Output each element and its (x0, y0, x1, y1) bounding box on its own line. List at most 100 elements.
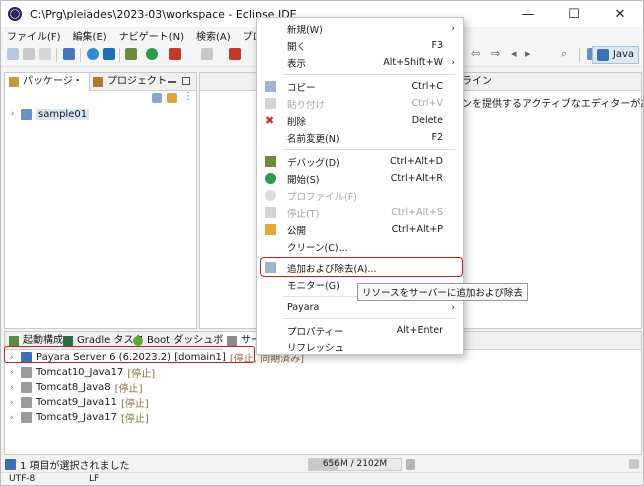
maximize-view-icon[interactable] (182, 77, 190, 85)
context-menu: 新規(W) › 開く F3 表示 Alt+Shift+W › コピー Ctrl+… (256, 17, 464, 355)
view-menu-icon[interactable]: ⋮ (183, 91, 193, 102)
menu-navigate[interactable]: ナビゲート(N) (119, 28, 184, 43)
debug-target-icon[interactable] (87, 48, 99, 60)
server-row[interactable]: › Tomcat10_Java17 [停止] (10, 365, 155, 380)
menu-item-start[interactable]: 開始(S) Ctrl+Alt+R (257, 170, 463, 187)
link-editor-icon[interactable] (167, 93, 177, 103)
next-edit-icon[interactable]: ▸ (525, 47, 531, 60)
menu-item-shortcut: Ctrl+Alt+D (389, 156, 443, 167)
menu-item-show[interactable]: 表示 Alt+Shift+W › (257, 54, 463, 71)
menu-item-publish[interactable]: 公開 Ctrl+Alt+P (257, 221, 463, 238)
menu-item-open[interactable]: 開く F3 (257, 37, 463, 54)
menu-item-label: 削除 (287, 116, 307, 128)
run-icon (265, 173, 276, 184)
tooltip: リソースをサーバーに追加および除去 (357, 283, 528, 301)
chevron-right-icon[interactable]: › (10, 398, 21, 408)
tree-item-project[interactable]: › sample01 (11, 107, 90, 121)
server-row[interactable]: › Tomcat8_Java8 [停止] (10, 380, 142, 395)
servers-icon (227, 336, 237, 346)
menu-item-shortcut: F3 (431, 40, 443, 51)
menu-item-rename[interactable]: 名前変更(N) F2 (257, 129, 463, 146)
menu-item-shortcut: Ctrl+Alt+R (390, 173, 443, 184)
menu-file[interactable]: ファイル(F) (7, 28, 61, 43)
save-all-icon[interactable] (39, 48, 51, 60)
package-explorer-icon (9, 77, 19, 87)
toolbar-separator (579, 48, 580, 62)
menu-item-clean[interactable]: クリーン(C)... (257, 238, 463, 255)
menu-item-shortcut: F2 (431, 132, 443, 143)
menu-item-shortcut: Alt+Enter (396, 325, 443, 336)
chevron-right-icon[interactable]: › (10, 368, 21, 378)
server-status: [停止] (121, 414, 149, 425)
profile-icon (265, 190, 276, 201)
publish-icon (265, 224, 276, 235)
server-row[interactable]: › Tomcat9_Java17 [停止] (10, 410, 149, 425)
run-icon[interactable] (146, 48, 158, 60)
menu-item-stop: 停止(T) Ctrl+Alt+S (257, 204, 463, 221)
new-icon[interactable] (7, 48, 19, 60)
package-explorer-pane: パッケージ・ プロジェクト ⋮ › sample01 (4, 72, 197, 329)
maximize-button[interactable]: ☐ (551, 1, 597, 27)
delete-icon: ✖ (265, 114, 275, 127)
java-perspective-icon (596, 49, 609, 61)
encoding-status[interactable]: UTF-8 (9, 474, 35, 484)
menu-search[interactable]: 検索(A) (196, 28, 231, 43)
menu-item-label: 停止(T) (287, 208, 320, 220)
server-row[interactable]: › Tomcat9_Java11 [停止] (10, 395, 149, 410)
menu-item-label: コピー (287, 82, 316, 94)
menu-item-shortcut: Ctrl+V (411, 98, 443, 109)
menu-item-delete[interactable]: ✖ 削除 Delete (257, 112, 463, 129)
chevron-right-icon[interactable]: › (10, 383, 21, 393)
menu-item-copy[interactable]: コピー Ctrl+C (257, 78, 463, 95)
forward-icon[interactable]: ⇨ (491, 47, 500, 60)
stop-icon[interactable] (201, 48, 213, 60)
project-name: sample01 (36, 108, 90, 120)
menu-item-label: プロパティー (287, 326, 344, 338)
build-icon[interactable] (103, 48, 115, 60)
menu-item-shortcut: Ctrl+Alt+S (391, 207, 443, 218)
server-icon[interactable] (229, 48, 241, 60)
menu-item-debug[interactable]: デバッグ(D) Ctrl+Alt+D (257, 153, 463, 170)
menu-item-refresh[interactable]: リフレッシュ (257, 338, 463, 355)
menu-separator (283, 149, 455, 150)
menu-item-label: 貼り付け (287, 99, 326, 111)
search-icon[interactable]: ⌕ (561, 47, 567, 61)
collapse-all-icon[interactable] (152, 93, 162, 103)
notification-icon[interactable] (629, 459, 639, 469)
save-icon[interactable] (23, 48, 35, 60)
menu-item-properties[interactable]: プロパティー Alt+Enter (257, 322, 463, 339)
menu-item-label: 開く (287, 41, 307, 53)
prev-edit-icon[interactable]: ◂ (511, 47, 517, 60)
debug-icon[interactable] (125, 48, 137, 60)
stop-icon (265, 207, 276, 218)
chevron-right-icon[interactable]: › (11, 109, 21, 119)
close-button[interactable]: ✕ (597, 1, 643, 27)
menu-item-label: 新規(W) (287, 24, 323, 36)
line-delimiter-status[interactable]: LF (89, 474, 99, 484)
selection-status: 1 項目が選択されました (20, 460, 130, 472)
outline-tab-label[interactable]: ライン (462, 73, 492, 91)
menu-item-profile: プロファイル(F) (257, 187, 463, 204)
minimize-view-icon[interactable] (168, 77, 176, 83)
tab-project-explorer[interactable]: プロジェクト (89, 73, 173, 91)
package-explorer-tabs: パッケージ・ プロジェクト (5, 73, 196, 91)
external-tools-icon[interactable] (169, 48, 181, 60)
menu-item-shortcut: Alt+Shift+W (383, 57, 443, 68)
minimize-button[interactable]: — (505, 1, 551, 27)
chevron-right-icon[interactable]: › (10, 413, 21, 423)
server-status: [停止] (114, 384, 143, 395)
menu-item-payara[interactable]: Payara › (257, 299, 463, 316)
menu-item-label: 開始(S) (287, 174, 320, 186)
menu-item-new[interactable]: 新規(W) › (257, 20, 463, 37)
tab-package-explorer[interactable]: パッケージ・ (5, 73, 90, 91)
menu-item-label: クリーン(C)... (287, 242, 348, 254)
garbage-collect-icon[interactable] (406, 459, 415, 470)
terminal-icon[interactable] (63, 48, 75, 60)
back-icon[interactable]: ⇦ (471, 47, 480, 60)
menu-item-label: 表示 (287, 58, 307, 70)
tomcat-server-icon (21, 397, 32, 408)
heap-status[interactable]: 656M / 2102M (308, 458, 402, 471)
menu-edit[interactable]: 編集(E) (73, 28, 107, 43)
menu-item-label: リフレッシュ (287, 342, 345, 354)
java-perspective-button[interactable]: Java (591, 46, 639, 64)
